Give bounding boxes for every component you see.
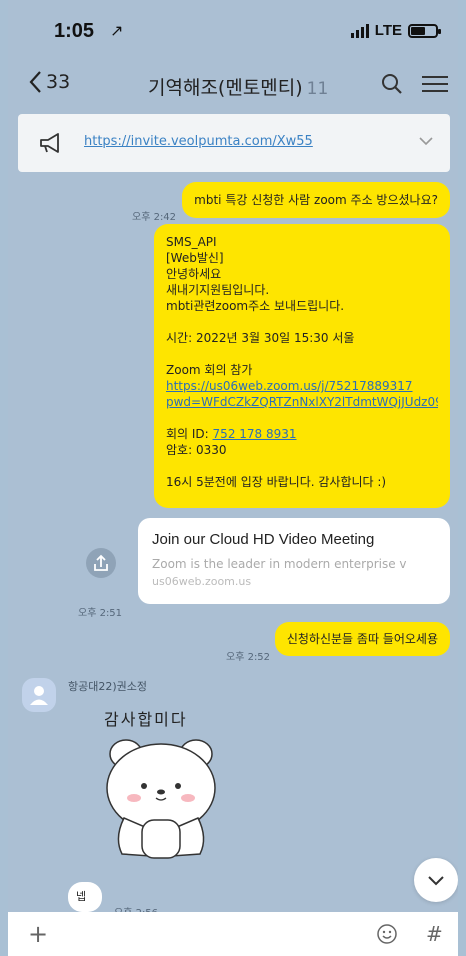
chevron-down-icon — [428, 876, 444, 886]
message-line: 시간: 2022년 3월 30일 15:30 서울 — [166, 331, 355, 345]
battery-level — [411, 26, 426, 35]
meeting-id-link[interactable]: 752 178 8931 — [213, 427, 297, 441]
signal-icon — [350, 23, 369, 38]
message-time: 오후 2:52 — [226, 652, 271, 663]
plus-icon[interactable]: + — [28, 922, 48, 946]
search-icon[interactable] — [380, 72, 404, 96]
emoji-icon[interactable] — [376, 923, 398, 945]
chat-screen: 1:05 ↗ LTE 33 기역해조(멘토멘티) 11 https://invit… — [8, 0, 458, 956]
message-time: 오후 2:42 — [132, 212, 177, 223]
message-time: 오후 2:51 — [78, 608, 123, 619]
default-profile-icon — [30, 686, 48, 705]
message-line: [Web발신] — [166, 251, 224, 265]
link-preview-description: Zoom is the leader in modern enterprise … — [152, 557, 407, 571]
message-line: 안녕하세요 — [166, 267, 222, 281]
back-button[interactable]: 33 — [28, 70, 70, 94]
location-icon: ↗ — [110, 21, 124, 40]
network-label: LTE — [374, 22, 402, 39]
message-list: mbti 특강 신청한 사람 zoom 주소 방으셨나요? 오후 2:42 SM… — [8, 176, 458, 919]
sender-name: 항공대22)권소정 — [68, 680, 148, 693]
zoom-link-password[interactable]: pwd=WFdCZkZQRTZnNxlXY2lTdmtWQjJUdz09 — [166, 394, 438, 410]
message-line — [166, 458, 438, 474]
avatar[interactable] — [22, 678, 56, 712]
message-line: 새내기지원팀입니다. — [166, 283, 270, 297]
message-line: Zoom 회의 참가 — [166, 363, 253, 377]
hash-icon[interactable]: # — [426, 922, 443, 946]
message-line — [166, 314, 438, 330]
message-bubble[interactable]: SMS_API [Web발신] 안녕하세요 새내기지원팀입니다. mbti관련z… — [154, 224, 450, 508]
unread-count: 33 — [46, 71, 71, 93]
bear-sticker[interactable] — [86, 726, 236, 866]
chat-header: 33 기역해조(멘토멘티) 11 — [8, 64, 458, 108]
message-bubble[interactable]: 신청하신분들 좀따 들어오세용 — [274, 622, 450, 656]
status-bar: 1:05 ↗ LTE — [8, 0, 458, 64]
link-preview-title: Join our Cloud HD Video Meeting — [152, 531, 375, 548]
notice-banner[interactable]: https://invite.veolpumta.com/Xw55 — [18, 114, 450, 172]
message-line: SMS_API — [166, 235, 217, 249]
notice-link[interactable]: https://invite.veolpumta.com/Xw55 — [84, 134, 313, 149]
meeting-id-line: 회의 ID: 752 178 8931 — [166, 426, 438, 442]
message-line: 16시 5분전에 입장 바랍니다. 감사합니다 :) — [166, 475, 387, 489]
message-bubble[interactable]: 넵 — [68, 882, 102, 912]
megaphone-icon — [40, 133, 59, 153]
chat-title-text: 기역해조(멘토멘티) — [148, 77, 303, 99]
chevron-down-icon[interactable] — [418, 134, 434, 148]
chat-title[interactable]: 기역해조(멘토멘티) 11 — [148, 73, 328, 100]
hamburger-menu-icon[interactable] — [422, 72, 448, 96]
message-line: mbti관련zoom주소 보내드립니다. — [166, 299, 345, 313]
member-count: 11 — [306, 79, 329, 99]
chevron-left-icon — [29, 71, 41, 93]
input-bar: + # — [8, 912, 458, 956]
battery-icon — [408, 23, 441, 38]
status-indicators: LTE — [350, 22, 441, 39]
link-preview-url: us06web.zoom.us — [152, 575, 252, 588]
message-line — [166, 346, 438, 362]
meeting-id-label: 회의 ID: — [166, 427, 213, 441]
share-icon — [94, 554, 108, 571]
message-bubble[interactable]: mbti 특강 신청한 사람 zoom 주소 방으셨나요? — [182, 182, 450, 218]
message-line: 암호: 0330 — [166, 443, 227, 457]
link-preview-card[interactable]: Join our Cloud HD Video Meeting Zoom is … — [138, 518, 450, 604]
message-line — [166, 410, 438, 426]
share-button[interactable] — [86, 548, 116, 578]
zoom-link[interactable]: https://us06web.zoom.us/j/75217889317 — [166, 378, 438, 394]
scroll-down-button[interactable] — [414, 858, 458, 902]
status-time: 1:05 — [54, 20, 95, 42]
